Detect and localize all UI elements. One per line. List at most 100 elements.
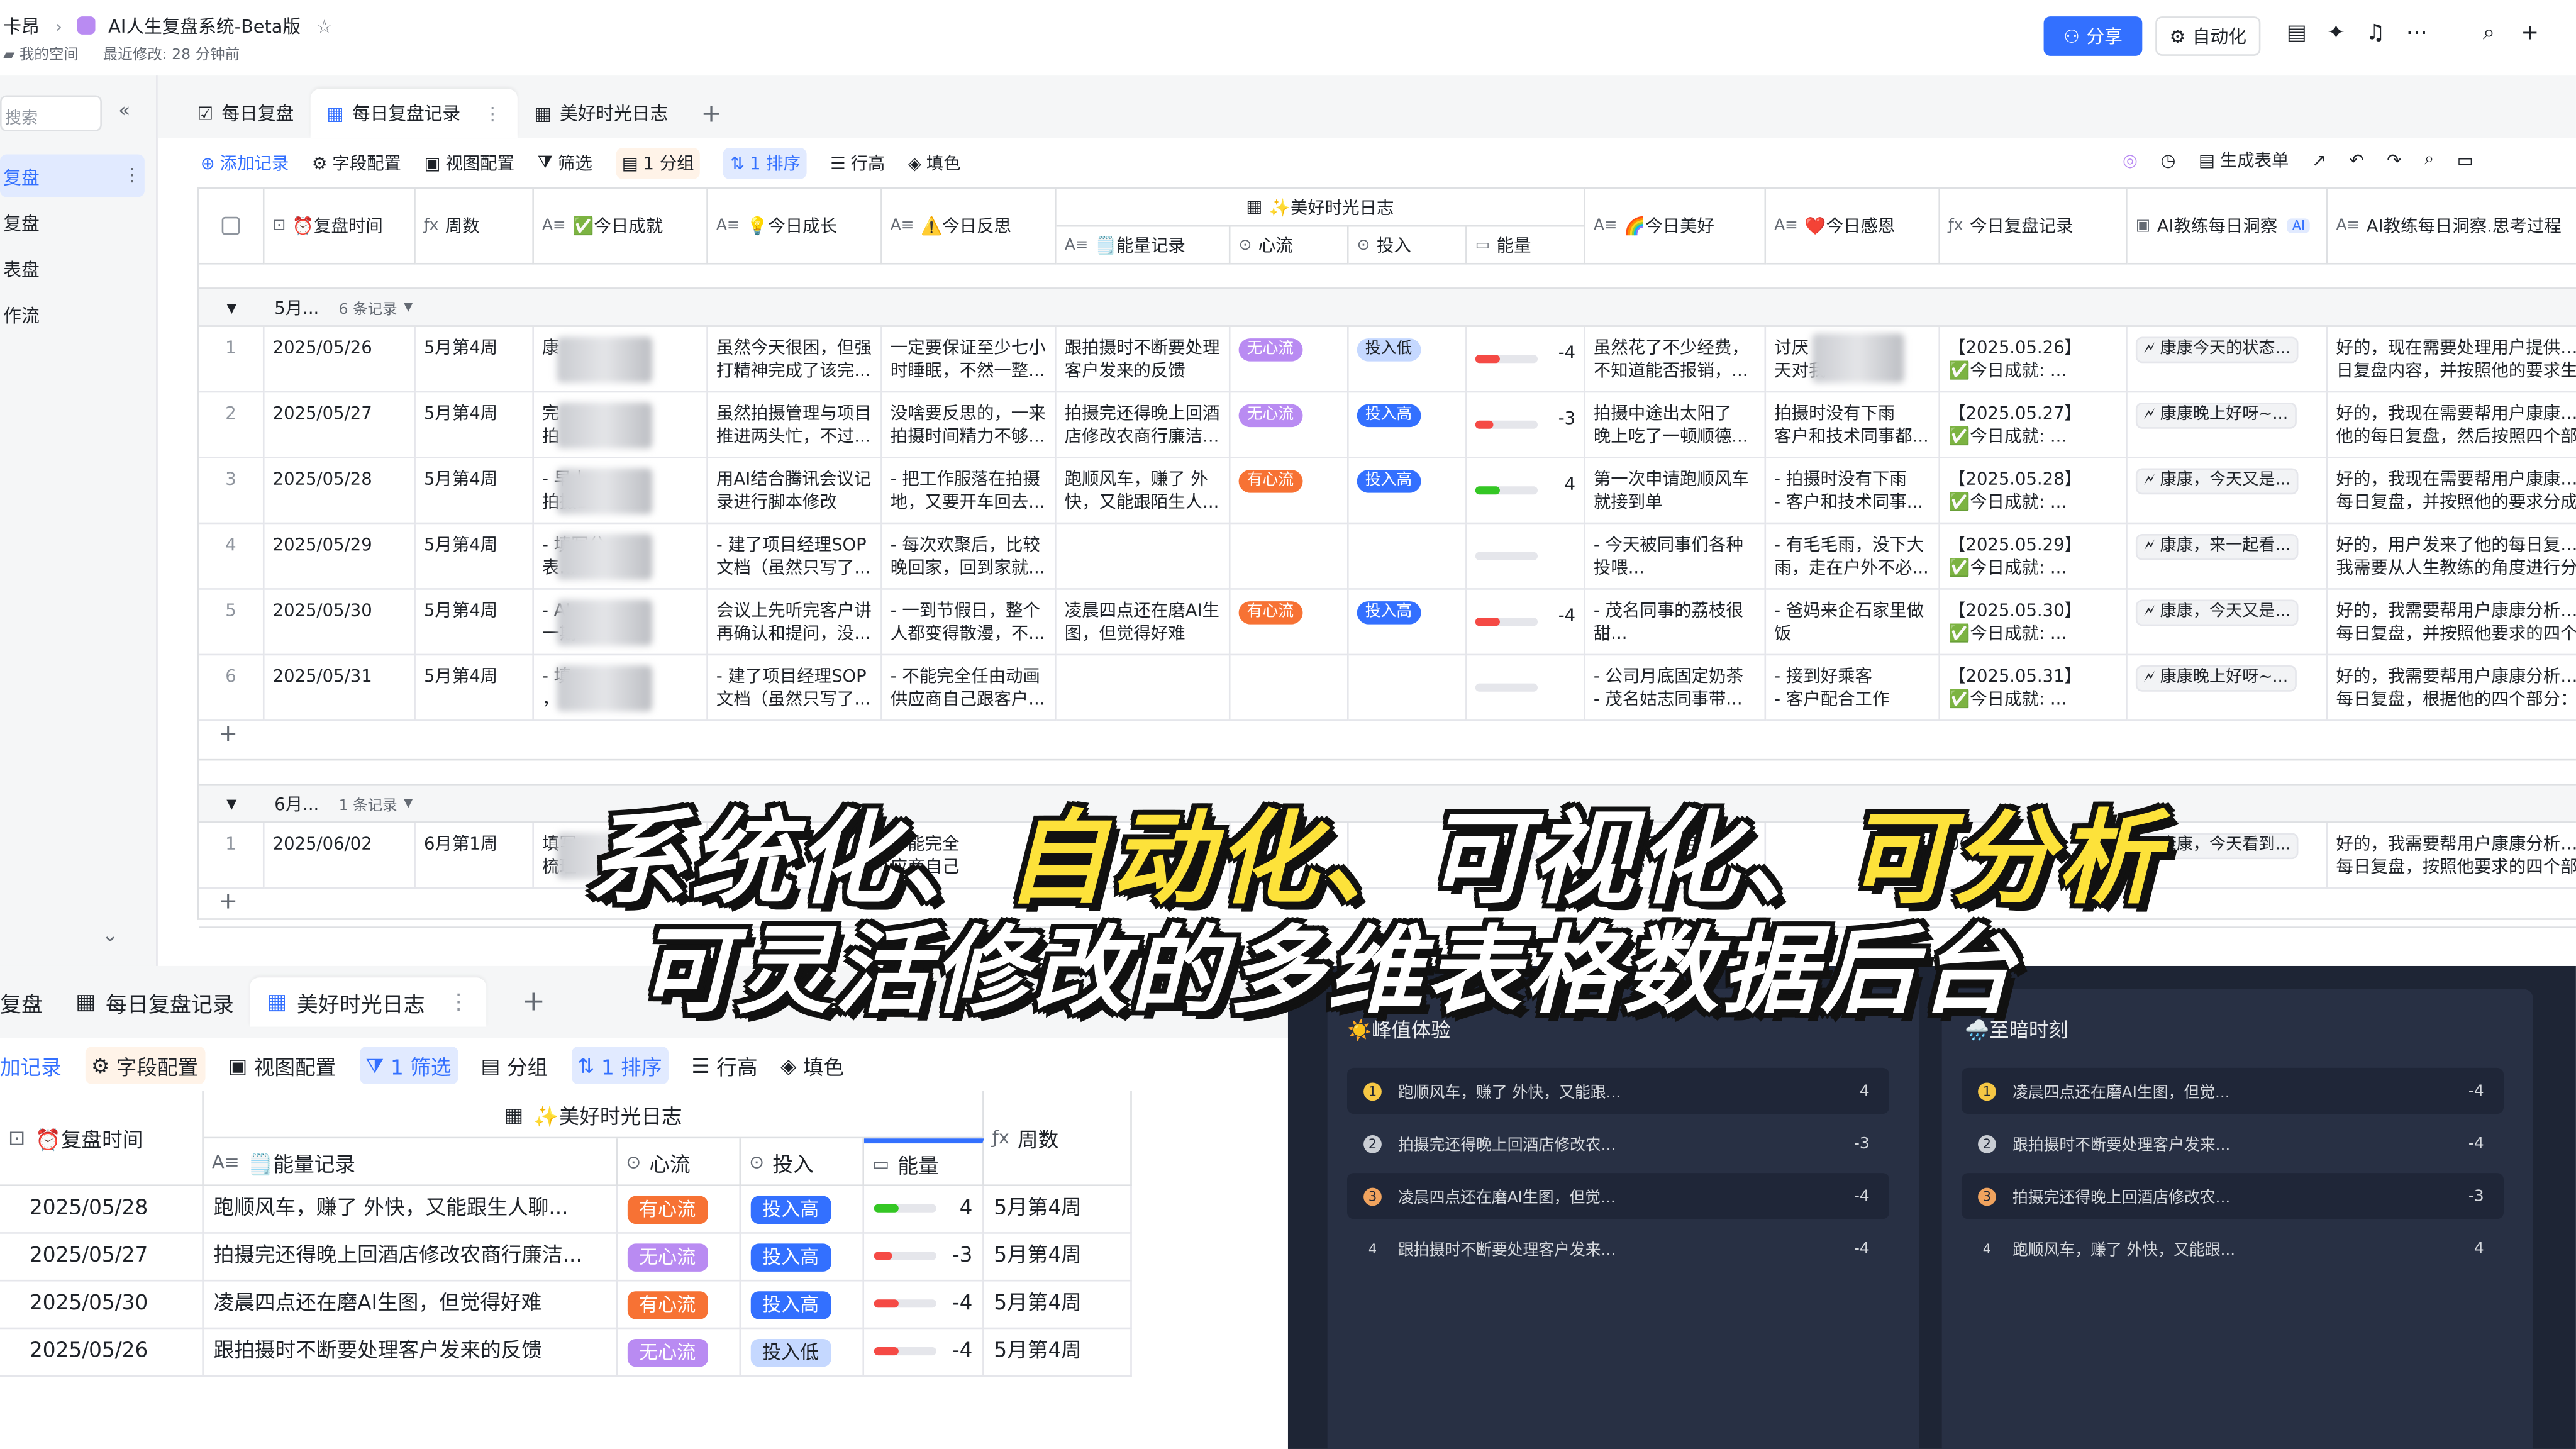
sort-button[interactable]: ⇅ 1 排序 — [723, 148, 808, 179]
collapse-icon[interactable]: « — [118, 99, 130, 122]
ai-insight-chip[interactable]: 🗲 康康，今天又是... — [2135, 468, 2299, 495]
plus-icon[interactable]: + — [2517, 21, 2543, 48]
cell-energy[interactable]: 4 — [864, 1186, 984, 1234]
find-icon[interactable]: ⌕ — [2424, 150, 2434, 171]
table-row[interactable]: 42025/05/295月第4周- 填写公表... - 建了项目经理SOP 文档（虽… — [199, 524, 2576, 590]
cell-week[interactable]: 5月第4周 — [984, 1233, 1132, 1282]
share-view-icon[interactable]: ↗ — [2312, 150, 2326, 170]
cell-ai-thinking[interactable]: 好的，我需要帮用户康康分析他的 每日复盘，根据他的四个部分： — [2328, 655, 2576, 721]
cell-growth[interactable]: 虽然今天很困，但强 打精神完成了该完... — [708, 326, 882, 393]
more-icon[interactable]: ⋮ — [448, 990, 469, 1014]
cell-review-time[interactable]: 2025/05/30 — [0, 1281, 204, 1330]
column-header-ai-insight[interactable]: ▣ AI教练每日洞察 AI — [2127, 189, 2328, 265]
cell-energy-note[interactable]: 拍摄完还得晚上回酒店修改农商行廉洁... — [1056, 392, 1231, 458]
cell-energy-note[interactable]: 凌晨四点还在磨AI生图，但觉得好难 — [203, 1281, 618, 1330]
ranking-item[interactable]: 1 凌晨四点还在磨AI生图，但觉... -4 — [1961, 1067, 2504, 1114]
cell-week[interactable]: 5月第4周 — [415, 326, 534, 393]
star-icon[interactable]: ☆ — [316, 16, 333, 38]
group-button[interactable]: ▤ 1 分组 — [615, 148, 701, 179]
cell-energy[interactable]: -4 — [864, 1329, 984, 1377]
column-header-investment[interactable]: ⊙ 投入 — [741, 1138, 865, 1187]
cell-review-record[interactable]: 【2025.05.26】 ✅今日成就: ... — [1940, 326, 2128, 393]
column-header-growth[interactable]: A≡ 💡今日成长 — [708, 189, 882, 265]
cell-reflection[interactable]: 一定要保证至少七小 时睡眠，不然一整... — [882, 326, 1057, 393]
column-header-energy[interactable]: ▭ 能量 — [864, 1138, 984, 1187]
doc-title[interactable]: AI人生复盘系统-Beta版 — [108, 16, 301, 38]
table-row[interactable]: 2025/05/26 跟拍摄时不断要处理客户发来的反馈 无心流 投入低 -4 5月第4周 — [0, 1329, 1132, 1377]
cell-investment[interactable]: 投入高 — [1348, 392, 1467, 458]
column-header-energy[interactable]: ▭ 能量 — [1467, 226, 1585, 265]
cell-growth[interactable]: - 建了项目经理SOP 文档（虽然只写了... — [708, 524, 882, 590]
view-config-button[interactable]: ▣ 视图配置 — [425, 151, 514, 175]
cell-gratitude[interactable]: - 爸妈来企石家里做饭 — [1766, 589, 1941, 656]
form-generate-button[interactable]: ▤ 生成表单 — [2199, 148, 2289, 172]
cell-achievement[interactable]: - 早上拍摄D — [533, 458, 708, 525]
cell-energy[interactable] — [1467, 655, 1585, 721]
cell-investment[interactable]: 投入高 — [1348, 589, 1467, 656]
cell-ai-insight[interactable]: 🗲 康康，来一起看... — [2127, 524, 2328, 590]
cell-energy-note[interactable]: 拍摄完还得晚上回酒店修改农商行廉洁... — [203, 1233, 618, 1282]
cell-growth[interactable]: 用AI结合腾讯会议记 录进行脚本修改 — [708, 458, 882, 525]
add-record-button[interactable]: ⊕ 添加记录 — [201, 151, 289, 175]
add-row-button[interactable]: + — [199, 721, 2576, 761]
cell-investment[interactable] — [1348, 524, 1467, 590]
cell-week[interactable]: 5月第4周 — [415, 589, 534, 656]
history-icon[interactable]: ◷ — [2160, 150, 2175, 170]
cell-review-time[interactable]: 2025/05/27 — [0, 1233, 204, 1282]
collapse-group-icon[interactable]: ▼ — [199, 300, 264, 315]
column-header-review-time[interactable]: ⊡ ⏰复盘时间 — [0, 1091, 204, 1187]
ai-insight-chip[interactable]: 🗲 康康晚上好呀~... — [2135, 665, 2297, 692]
column-header-review-time[interactable]: ⊡ ⏰复盘时间 — [264, 189, 416, 265]
cell-good-things[interactable]: 拍摄中途出太阳了 晚上吃了一顿顺德... — [1585, 392, 1767, 458]
column-header-review-record[interactable]: ƒx 今日复盘记录 — [1940, 189, 2128, 265]
cell-energy-note[interactable]: 凌晨四点还在磨AI生图，但觉得好难 — [1056, 589, 1231, 656]
cell-investment[interactable]: 投入高 — [741, 1281, 865, 1330]
cell-achievement[interactable]: 康 — [533, 326, 708, 393]
cell-good-things[interactable]: - 公司月底固定奶茶 - 茂名姑志同事带... — [1585, 655, 1767, 721]
table-row[interactable]: 2 2025/05/27 5月第4周完拍虽然拍摄管理与项目 推进两头忙，不过... 没啥… — [199, 392, 2576, 458]
cell-growth[interactable]: 虽然拍摄管理与项目 推进两头忙，不过... — [708, 392, 882, 458]
cell-achievement[interactable]: - 填， — [533, 655, 708, 721]
column-header-investment[interactable]: ⊙ 投入 — [1348, 226, 1467, 265]
column-header-good-things[interactable]: A≡ 🌈今日美好 — [1585, 189, 1767, 265]
cell-ai-thinking[interactable]: 好的，我现在需要帮用户康康分析 每日复盘，并按照他的要求分成 — [2328, 458, 2576, 525]
column-header-energy-note[interactable]: A≡ 🗒️能量记录 — [1056, 226, 1231, 265]
search-icon[interactable]: ⌕ — [2476, 21, 2502, 48]
table-row[interactable]: 32025/05/285月第4周- 早上拍摄D用AI结合腾讯会议记录进行脚本修改… — [199, 458, 2576, 525]
sidebar-search-input[interactable]: 搜索 — [0, 95, 102, 131]
cell-energy[interactable]: -4 — [1467, 326, 1585, 393]
select-all-checkbox[interactable] — [199, 189, 265, 265]
column-header-achievement[interactable]: A≡ ✅今日成就 — [533, 189, 708, 265]
row-height-button[interactable]: ☰ 行高 — [830, 151, 885, 175]
more-icon[interactable]: ⋮ — [123, 164, 142, 186]
cell-week[interactable]: 5月第4周 — [984, 1281, 1132, 1330]
row-height-button[interactable]: ☰ 行高 — [692, 1050, 758, 1081]
field-config-button[interactable]: ⚙ 字段配置 — [312, 151, 401, 175]
ranking-item[interactable]: 2 拍摄完还得晚上回酒店修改农... -3 — [1347, 1121, 1889, 1167]
filter-button[interactable]: ⧩ 筛选 — [538, 151, 592, 175]
table-row[interactable]: 1 2025/05/26 5月第4周康虽然今天很困，但强 打精神完成了该完... 一定要… — [199, 326, 2576, 393]
cell-review-time[interactable]: 2025/06/02 — [264, 823, 416, 889]
cell-energy[interactable]: -3 — [864, 1233, 984, 1282]
cell-energy[interactable]: -4 — [1467, 589, 1585, 656]
cell-flow[interactable]: 无心流 — [1230, 392, 1349, 458]
ai-insight-chip[interactable]: 🗲 康康晚上好呀~... — [2135, 402, 2297, 429]
cell-investment[interactable]: 投入高 — [741, 1233, 865, 1282]
automation-button[interactable]: ⚙ 自动化 — [2155, 16, 2261, 56]
cell-ai-thinking[interactable]: 好的，现在需要处理用户提供的今 日复盘内容，并按照他的要求生 — [2328, 327, 2576, 393]
sidebar-item-dashboard[interactable]: 表盘 — [0, 247, 145, 289]
cell-ai-insight[interactable]: 🗲 康康晚上好呀~... — [2127, 392, 2328, 458]
bell-icon[interactable]: ♫ — [2362, 21, 2389, 48]
cell-flow[interactable]: 有心流 — [1230, 589, 1349, 656]
ranking-item[interactable]: 1 跑顺风车，赚了 外快，又能跟... 4 — [1347, 1067, 1890, 1114]
cell-achievement[interactable]: - 填写公表... — [533, 524, 708, 590]
table-row[interactable]: 62025/05/315月第4周- 填， - 建了项目经理SOP 文档（虽然只写了.… — [199, 655, 2576, 721]
cell-review-record[interactable]: 【2025.05.28】 ✅今日成就: ... — [1940, 458, 2128, 525]
cell-reflection[interactable]: - 一到节假日，整个 人都变得散漫，不... — [882, 589, 1057, 656]
cell-review-record[interactable]: 【2025.05.29】 ✅今日成就: ... — [1940, 524, 2128, 590]
comment-icon[interactable]: ▭ — [2457, 150, 2473, 170]
cell-flow[interactable]: 有心流 — [618, 1186, 741, 1234]
cell-gratitude[interactable]: - 有毛毛雨，没下大 雨，走在户外不必... — [1766, 524, 1941, 590]
cell-review-time[interactable]: 2025/05/26 — [264, 326, 416, 393]
cell-review-time[interactable]: 2025/05/27 — [264, 392, 416, 458]
